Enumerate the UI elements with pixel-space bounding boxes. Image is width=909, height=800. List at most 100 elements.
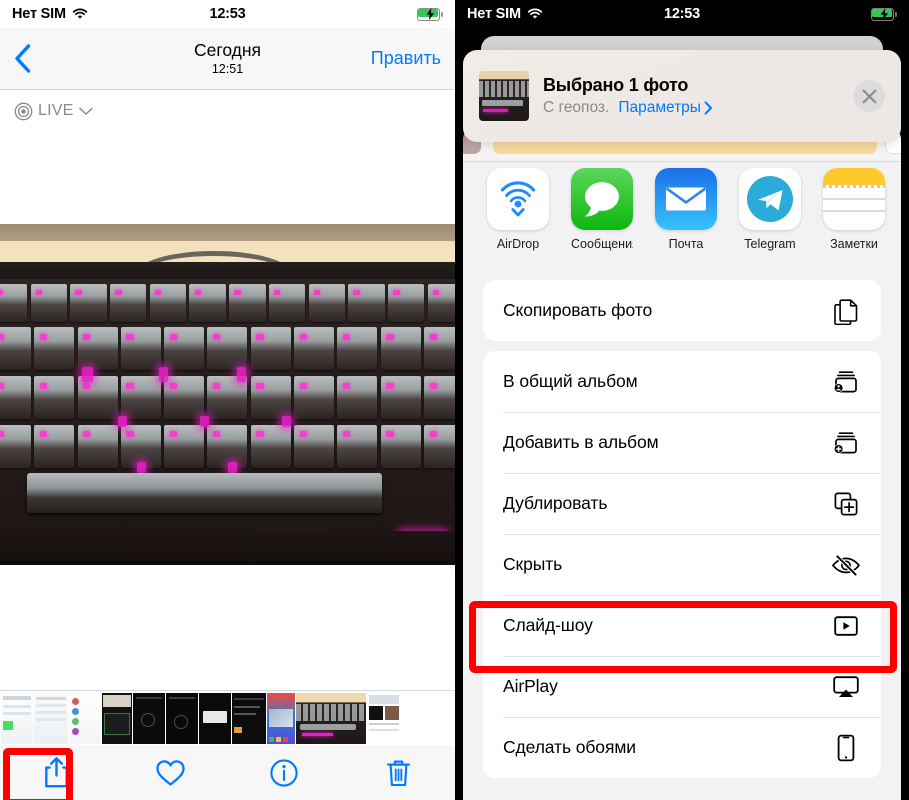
action-label: Дублировать bbox=[503, 493, 608, 513]
thumbnail-item[interactable] bbox=[166, 692, 198, 744]
thumbnail-item[interactable] bbox=[102, 692, 132, 744]
options-label: Параметры bbox=[618, 99, 701, 116]
action-row-copy-photo[interactable]: Скопировать фото bbox=[483, 280, 881, 341]
thumbnail-item[interactable] bbox=[199, 692, 231, 744]
thumbnail-item[interactable] bbox=[232, 692, 266, 744]
favorite-button[interactable] bbox=[114, 745, 228, 800]
action-row-duplicate[interactable]: Дублировать bbox=[483, 473, 881, 534]
actions-group-copy: Скопировать фото bbox=[483, 280, 881, 341]
status-bar-left-group: Нет SIM bbox=[467, 6, 543, 22]
dual-screenshot: Нет SIM 12:53 Сегодня 12:51 Править LIVE… bbox=[0, 0, 909, 800]
carrier-label: Нет SIM bbox=[12, 6, 66, 22]
airdrop-icon bbox=[487, 168, 549, 230]
navigation-bar: Сегодня 12:51 Править bbox=[0, 28, 455, 90]
thumbnail-item[interactable] bbox=[34, 692, 68, 744]
action-label: AirPlay bbox=[503, 676, 558, 696]
action-label: Слайд-шоу bbox=[503, 615, 593, 635]
chevron-left-icon bbox=[14, 44, 31, 73]
chevron-right-icon bbox=[704, 101, 713, 115]
action-label: Добавить в альбом bbox=[503, 432, 659, 452]
carrier-label: Нет SIM bbox=[467, 6, 521, 22]
phone-icon bbox=[831, 734, 861, 762]
photo-image[interactable] bbox=[0, 224, 455, 565]
share-button[interactable] bbox=[0, 745, 114, 800]
share-sheet-body: AirDrop Сообщения Почта Telegram Заметки… bbox=[463, 126, 901, 800]
status-bar-left-group: Нет SIM bbox=[12, 6, 88, 22]
share-icon bbox=[43, 756, 70, 789]
add-to-album-icon bbox=[831, 430, 861, 456]
thumbnail-item-current[interactable] bbox=[296, 692, 366, 744]
action-row-add-to-album[interactable]: Добавить в альбом bbox=[483, 412, 881, 473]
thumbnail-item[interactable] bbox=[69, 692, 101, 744]
action-row-slideshow[interactable]: Слайд-шоу bbox=[483, 595, 881, 656]
actions-group-main: В общий альбом Добавить в альбом Дублиро… bbox=[483, 351, 881, 778]
action-label: Сделать обоями bbox=[503, 737, 636, 757]
close-button[interactable] bbox=[853, 80, 885, 112]
share-title: Выбрано 1 фото bbox=[543, 75, 689, 95]
share-sheet: Выбрано 1 фото С геопоз. Параметры AirDr… bbox=[455, 28, 909, 800]
info-button[interactable] bbox=[228, 745, 342, 800]
duplicate-icon bbox=[831, 491, 861, 517]
app-notes[interactable]: Заметки bbox=[823, 168, 885, 251]
status-bar-left: Нет SIM 12:53 bbox=[0, 0, 455, 28]
live-photo-icon bbox=[14, 102, 33, 121]
close-icon bbox=[862, 89, 877, 104]
chevron-down-icon bbox=[78, 107, 93, 116]
mail-icon bbox=[655, 168, 717, 230]
status-bar-right: Нет SIM 12:53 bbox=[455, 0, 909, 28]
app-airdrop[interactable]: AirDrop bbox=[487, 168, 549, 251]
action-row-set-wallpaper[interactable]: Сделать обоями bbox=[483, 717, 881, 778]
share-actions-area: Скопировать фото В общий альбом Добавить… bbox=[463, 280, 901, 788]
photos-viewer-screen: Нет SIM 12:53 Сегодня 12:51 Править LIVE bbox=[0, 0, 455, 800]
notes-icon bbox=[823, 168, 885, 230]
live-badge[interactable]: LIVE bbox=[14, 102, 93, 121]
bottom-toolbar bbox=[0, 745, 455, 800]
page-subtitle: 12:51 bbox=[211, 61, 244, 76]
info-circle-icon bbox=[270, 758, 299, 787]
edit-button[interactable]: Править bbox=[371, 48, 441, 69]
options-link[interactable]: Параметры bbox=[618, 99, 713, 117]
action-row-hide[interactable]: Скрыть bbox=[483, 534, 881, 595]
thumbnail-item[interactable] bbox=[367, 692, 401, 744]
app-mail[interactable]: Почта bbox=[655, 168, 717, 251]
action-label: Скопировать фото bbox=[503, 300, 653, 320]
share-header-text: Выбрано 1 фото С геопоз. Параметры bbox=[543, 75, 853, 117]
thumbnail-item[interactable] bbox=[133, 692, 165, 744]
wifi-icon bbox=[72, 8, 88, 20]
app-messages[interactable]: Сообщения bbox=[571, 168, 633, 251]
heart-icon bbox=[155, 759, 186, 787]
trash-icon bbox=[386, 758, 411, 788]
share-sheet-screen: Нет SIM 12:53 Выбрано 1 фото С геопоз. П… bbox=[455, 0, 909, 800]
share-apps-row[interactable]: AirDrop Сообщения Почта Telegram Заметки bbox=[463, 168, 901, 272]
app-label: AirDrop bbox=[496, 237, 540, 251]
airplay-icon bbox=[831, 675, 861, 699]
photo-thumbnail-strip[interactable] bbox=[0, 690, 455, 745]
action-row-shared-album[interactable]: В общий альбом bbox=[483, 351, 881, 412]
app-label: Почта bbox=[668, 237, 704, 251]
status-bar-right-group bbox=[417, 7, 443, 21]
eye-slash-icon bbox=[831, 553, 861, 577]
copy-icon bbox=[831, 297, 861, 325]
back-button[interactable] bbox=[14, 44, 54, 73]
app-label: Сообщения bbox=[571, 237, 633, 251]
battery-charging-icon bbox=[417, 7, 443, 21]
action-row-airplay[interactable]: AirPlay bbox=[483, 656, 881, 717]
thumbnail-item[interactable] bbox=[267, 692, 295, 744]
app-label: Telegram bbox=[744, 237, 796, 251]
share-sheet-header: Выбрано 1 фото С геопоз. Параметры bbox=[463, 50, 901, 142]
action-label: В общий альбом bbox=[503, 371, 638, 391]
page-title: Сегодня bbox=[193, 39, 262, 60]
live-photo-row: LIVE bbox=[0, 90, 455, 132]
live-badge-label: LIVE bbox=[38, 102, 74, 119]
telegram-icon bbox=[739, 168, 801, 230]
app-telegram[interactable]: Telegram bbox=[739, 168, 801, 251]
battery-charging-icon bbox=[871, 7, 897, 21]
shared-album-icon bbox=[831, 369, 861, 395]
action-label: Скрыть bbox=[503, 554, 563, 574]
thumbnail-item[interactable] bbox=[1, 692, 33, 744]
wifi-icon bbox=[527, 8, 543, 20]
selected-photo-thumbnail[interactable] bbox=[479, 71, 529, 121]
app-label: Заметки bbox=[830, 237, 878, 251]
delete-button[interactable] bbox=[341, 745, 455, 800]
play-box-icon bbox=[831, 615, 861, 637]
